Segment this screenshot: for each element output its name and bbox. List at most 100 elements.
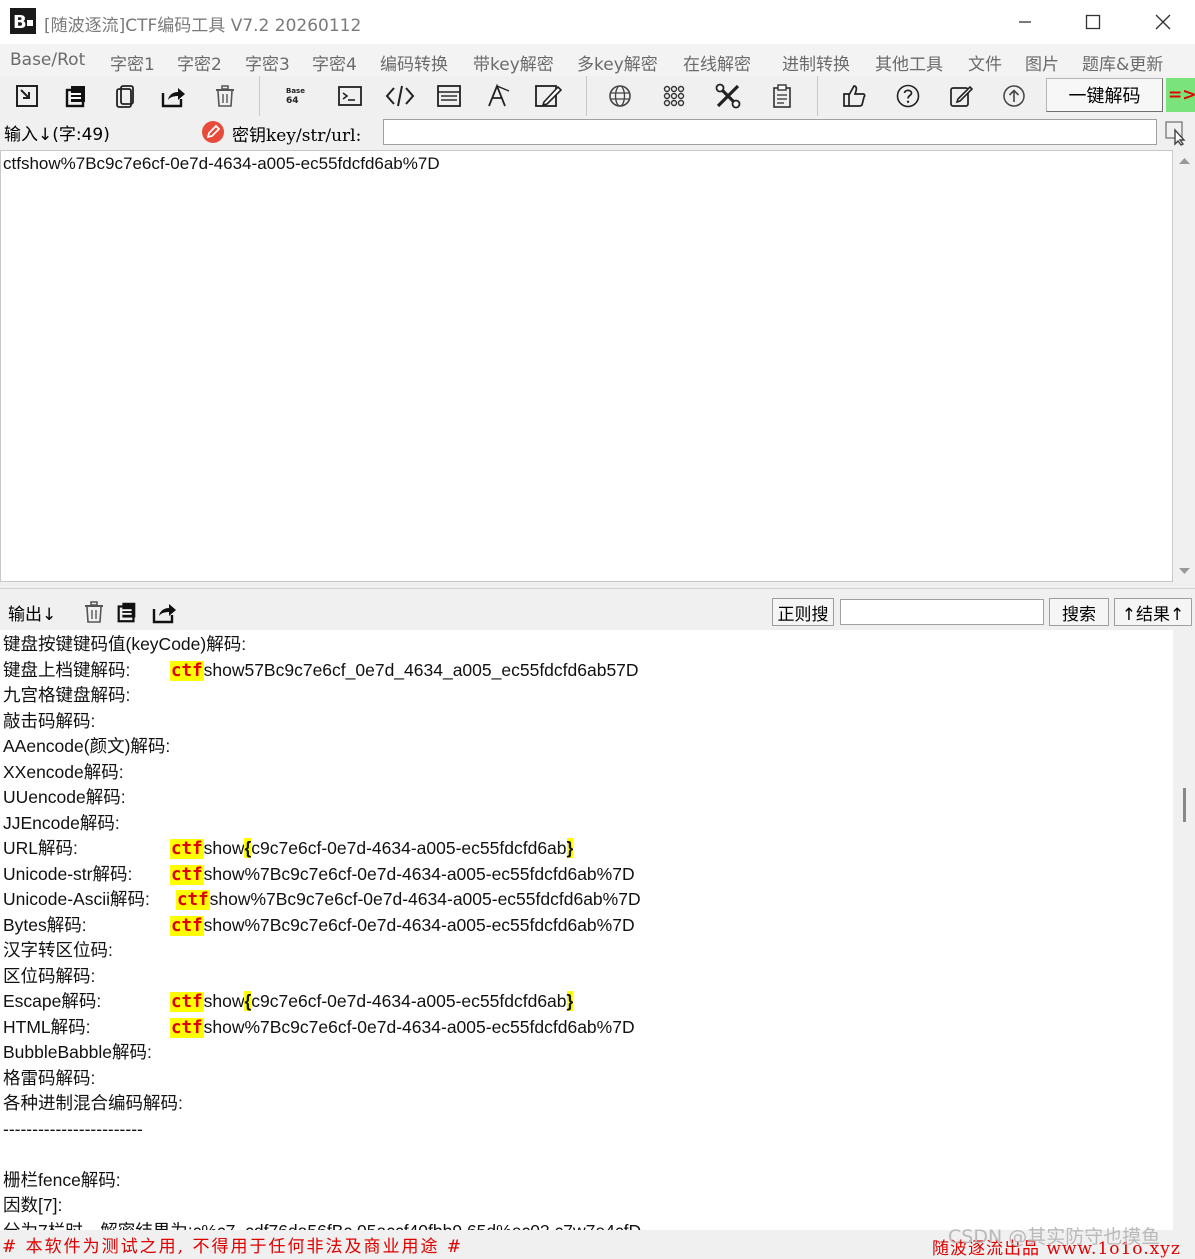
output-line-label: 区位码解码: <box>3 965 96 986</box>
value-text: show%7Bc9c7e6cf-0e7d-4634-a005-ec55fdcfd… <box>209 889 641 909</box>
output-line-label: Bytes解码: <box>3 914 87 935</box>
paste-icon[interactable] <box>110 81 140 111</box>
output-line-label: ------------------------ <box>3 1118 143 1139</box>
toolbar-separator <box>817 76 818 116</box>
terminal-icon[interactable] <box>335 81 365 111</box>
minimize-icon <box>1019 21 1031 23</box>
menu-file[interactable]: 文件 <box>968 50 1002 75</box>
output-line-label: 键盘上档键解码: <box>3 659 131 680</box>
search-button[interactable]: 搜索 <box>1049 598 1109 626</box>
cursor-pick-icon[interactable] <box>1164 120 1190 146</box>
output-label: 输出↓ <box>8 605 57 625</box>
output-line-value: ctfshow57Bc9c7e6cf_0e7d_4634_a005_ec55fd… <box>170 658 639 683</box>
output-line-label: BubbleBabble解码: <box>3 1042 152 1062</box>
table-icon[interactable] <box>434 81 464 111</box>
edit-icon[interactable] <box>946 81 976 111</box>
upload-icon[interactable] <box>999 81 1029 111</box>
regex-search-button[interactable]: 正则搜 <box>772 598 834 626</box>
output-line-label: Escape解码: <box>3 991 102 1011</box>
output-textarea[interactable]: 键盘按键键码值(keyCode)解码: 键盘上档键解码: ctfshow57Bc9c… <box>0 630 1173 1230</box>
value-text: show%7Bc9c7e6cf-0e7d-4634-a005-ec55fdcfd… <box>203 863 635 884</box>
maximize-icon <box>1085 14 1101 30</box>
output-line-label: 因数[7]: <box>3 1195 63 1215</box>
edit-frame-icon[interactable] <box>533 81 563 111</box>
one-key-decode-button[interactable]: 一键解码 <box>1046 78 1163 112</box>
base64-icon[interactable]: Base 64 <box>280 81 310 111</box>
output-scrollbar[interactable] <box>1174 630 1195 1230</box>
output-share-icon[interactable] <box>150 598 178 626</box>
menu-zimi1[interactable]: 字密1 <box>110 50 155 75</box>
maximize-button[interactable] <box>1058 0 1128 44</box>
output-copy-icon[interactable] <box>113 598 141 626</box>
copy-icon[interactable] <box>61 81 91 111</box>
output-line-value: ctfshow{c9c7e6cf-0e7d-4634-a005-ec55fdcf… <box>170 989 574 1014</box>
grid-icon[interactable] <box>659 81 689 111</box>
help-icon[interactable] <box>893 81 923 111</box>
close-icon <box>1155 14 1171 30</box>
toolbar-separator <box>259 76 260 116</box>
close-button[interactable] <box>1128 0 1195 44</box>
output-line-label: 栅栏fence解码: <box>3 1169 121 1190</box>
value-text: show%7Bc9c7e6cf-0e7d-4634-a005-ec55fdcfd… <box>203 914 635 935</box>
share-icon[interactable] <box>158 81 188 111</box>
clipboard-icon[interactable] <box>767 81 797 111</box>
trash-icon[interactable] <box>210 81 240 111</box>
run-all-button[interactable]: => <box>1166 78 1195 112</box>
value-text: show <box>203 991 245 1011</box>
output-line-label: 九宫格键盘解码: <box>3 685 131 705</box>
output-line-label: 格雷码解码: <box>3 1067 96 1088</box>
flag-content: c9c7e6cf-0e7d-4634-a005-ec55fdcfd6ab <box>251 991 567 1011</box>
menu-base-convert[interactable]: 进制转换 <box>782 50 850 75</box>
value-text: show <box>203 838 245 858</box>
output-line-label: Unicode-str解码: <box>3 863 133 884</box>
results-button[interactable]: ↑结果↑ <box>1114 598 1192 626</box>
thumbs-up-icon[interactable] <box>839 81 869 111</box>
output-line-label: Unicode-Ascii解码: <box>3 889 150 909</box>
output-line-label: HTML解码: <box>3 1016 91 1037</box>
input-text: ctfshow%7Bc9c7e6cf-0e7d-4634-a005-ec55fd… <box>3 154 440 173</box>
highlight-match: ctf <box>170 915 204 936</box>
menu-questionbank-update[interactable]: 题库&更新 <box>1082 50 1163 75</box>
menu-other-tools[interactable]: 其他工具 <box>875 50 943 75</box>
highlight-match: ctf <box>170 1017 204 1038</box>
output-line-value: ctfshow%7Bc9c7e6cf-0e7d-4634-a005-ec55fd… <box>170 1015 635 1040</box>
window-title: [随波逐流]CTF编码工具 V7.2 20260112 <box>44 16 362 36</box>
output-line-value: ctfshow{c9c7e6cf-0e7d-4634-a005-ec55fdcf… <box>170 836 574 861</box>
highlight-match: ctf <box>170 839 204 859</box>
globe-icon[interactable] <box>605 81 635 111</box>
menu-base-rot[interactable]: Base/Rot <box>10 50 85 70</box>
svg-text:64: 64 <box>286 96 299 106</box>
code-icon[interactable] <box>385 81 415 111</box>
toolbar-separator <box>586 76 587 116</box>
menu-multikey-decrypt[interactable]: 多key解密 <box>577 50 658 75</box>
menu-zimi3[interactable]: 字密3 <box>245 50 290 75</box>
output-line-label: 各种进制混合编码解码: <box>3 1093 183 1113</box>
menu-key-decrypt[interactable]: 带key解密 <box>473 50 554 75</box>
status-disclaimer: # 本软件为测试之用, 不得用于任何非法及商业用途 # <box>2 1237 464 1257</box>
menu-image[interactable]: 图片 <box>1025 50 1059 75</box>
highlight-match: ctf <box>170 864 204 885</box>
highlight-match: ctf <box>170 992 204 1012</box>
output-line-label: 分为7栏时，解密结果为:c%c7_cdf76da56fBc 05accf40fb… <box>3 1219 641 1231</box>
output-line-value: ctfshow%7Bc9c7e6cf-0e7d-4634-a005-ec55fd… <box>170 913 635 938</box>
minimize-button[interactable] <box>990 0 1060 44</box>
import-icon[interactable] <box>12 81 42 111</box>
value-text: show57Bc9c7e6cf_0e7d_4634_a005_ec55fdcfd… <box>203 659 639 680</box>
output-line-value: ctfshow%7Bc9c7e6cf-0e7d-4634-a005-ec55fd… <box>176 887 641 912</box>
input-textarea[interactable] <box>0 150 1173 582</box>
value-text: show%7Bc9c7e6cf-0e7d-4634-a005-ec55fdcfd… <box>203 1016 635 1037</box>
font-icon[interactable] <box>483 81 513 111</box>
svg-text:Base: Base <box>286 87 305 95</box>
svg-text:B: B <box>13 12 27 33</box>
menu-encoding-convert[interactable]: 编码转换 <box>380 50 448 75</box>
menu-zimi4[interactable]: 字密4 <box>312 50 357 75</box>
output-line-label: URL解码: <box>3 838 78 858</box>
output-trash-icon[interactable] <box>80 598 108 626</box>
menu-zimi2[interactable]: 字密2 <box>177 50 222 75</box>
menu-online-decrypt[interactable]: 在线解密 <box>683 50 751 75</box>
regex-input[interactable] <box>840 599 1044 625</box>
app-logo-icon: B <box>10 8 36 34</box>
key-input[interactable] <box>383 119 1157 145</box>
tools-icon[interactable] <box>713 81 743 111</box>
input-scrollbar[interactable] <box>1174 150 1195 582</box>
